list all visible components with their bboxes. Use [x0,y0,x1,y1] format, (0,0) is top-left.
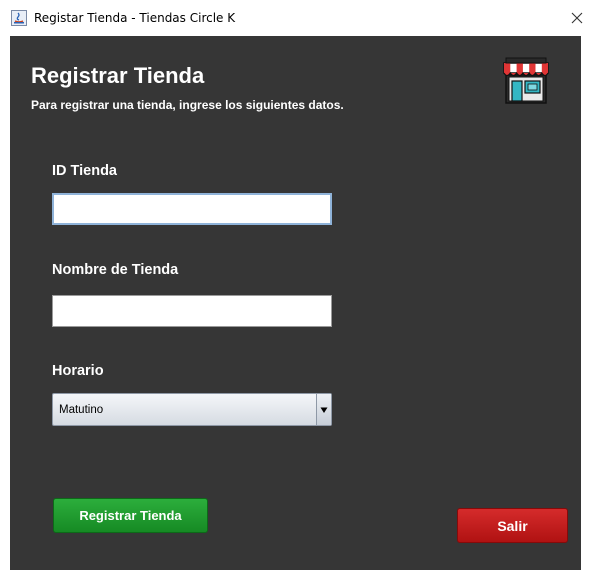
close-icon [571,12,583,24]
schedule-select[interactable]: Matutino [52,393,332,426]
register-store-button[interactable]: Registrar Tienda [53,498,208,533]
schedule-label: Horario [52,363,104,379]
window-titlebar: Registar Tienda - Tiendas Circle K [0,0,592,36]
name-label: Nombre de Tienda [52,262,179,278]
store-icon [503,57,549,104]
close-button[interactable] [566,8,588,28]
java-app-icon [11,10,27,26]
exit-button[interactable]: Salir [457,508,568,543]
chevron-down-icon [320,407,328,413]
id-input[interactable] [52,193,332,225]
form-panel: Registrar Tienda Para registrar una tien… [10,36,581,570]
name-input[interactable] [52,295,332,327]
page-title: Registrar Tienda [31,63,205,88]
schedule-selected-value: Matutino [59,403,104,416]
page-subtitle: Para registrar una tienda, ingrese los s… [31,98,344,112]
window-title: Registar Tienda - Tiendas Circle K [34,11,236,25]
id-label: ID Tienda [52,163,117,179]
dropdown-arrow[interactable] [316,394,331,425]
